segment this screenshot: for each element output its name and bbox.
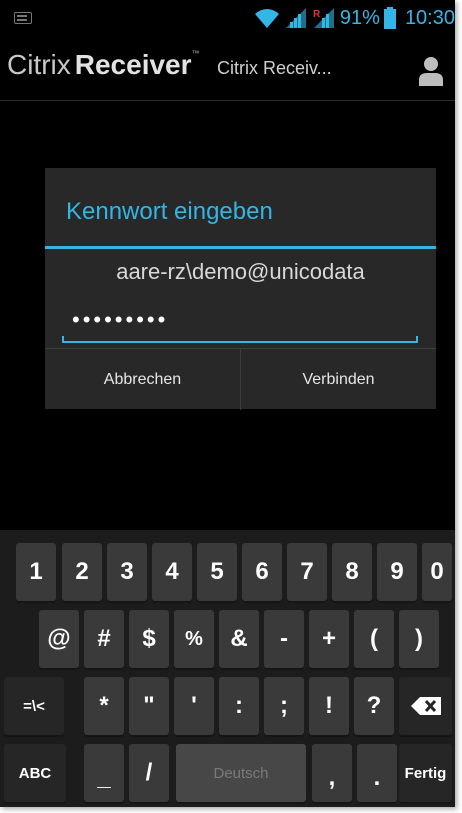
key-1[interactable]: 1 <box>16 543 56 601</box>
status-icons: R 91% 10:30 <box>254 6 455 30</box>
key-4[interactable]: 4 <box>152 543 192 601</box>
keyboard-notification-icon <box>14 12 32 24</box>
action-bar: Citrix Receiver™ Citrix Receiv... <box>0 36 455 101</box>
key-at[interactable]: @ <box>39 610 79 668</box>
key-slash[interactable]: / <box>129 744 169 802</box>
key-hash[interactable]: # <box>84 610 124 668</box>
key-abc[interactable]: ABC <box>4 744 66 802</box>
key-5[interactable]: 5 <box>197 543 237 601</box>
brand-citrix: Citrix <box>7 49 71 80</box>
key-done[interactable]: Fertig <box>399 744 452 802</box>
phone-screen: R 91% 10:30 Citrix Receiver™ Citrix Recei… <box>0 0 455 807</box>
key-underscore[interactable]: _ <box>84 744 124 802</box>
key-2[interactable]: 2 <box>62 543 102 601</box>
key-colon[interactable]: : <box>219 677 259 735</box>
key-minus[interactable]: - <box>264 610 304 668</box>
key-7[interactable]: 7 <box>287 543 327 601</box>
key-double-quote[interactable]: " <box>129 677 169 735</box>
key-paren-open[interactable]: ( <box>354 610 394 668</box>
svg-text:R: R <box>313 9 321 20</box>
key-6[interactable]: 6 <box>242 543 282 601</box>
key-more-symbols[interactable]: =\< <box>4 677 64 735</box>
key-dollar[interactable]: $ <box>129 610 169 668</box>
key-3[interactable]: 3 <box>107 543 147 601</box>
soft-keyboard: 1 2 3 4 5 6 7 8 9 0 @ # $ % & - + ( ) =\… <box>0 530 455 807</box>
key-8[interactable]: 8 <box>332 543 372 601</box>
clock: 10:30 <box>404 6 455 29</box>
connect-button[interactable]: Verbinden <box>241 349 436 410</box>
key-question[interactable]: ? <box>354 677 394 735</box>
key-exclamation[interactable]: ! <box>309 677 349 735</box>
cancel-button[interactable]: Abbrechen <box>45 349 240 410</box>
password-field-underline <box>62 341 418 343</box>
dialog-title-divider <box>45 246 436 249</box>
dialog-button-bar: Abbrechen Verbinden <box>45 348 436 410</box>
wifi-icon <box>254 9 279 28</box>
action-bar-title: Citrix Receiv... <box>217 58 332 78</box>
backspace-icon <box>410 697 441 715</box>
battery-icon <box>383 7 396 29</box>
signal-roaming-icon: R <box>313 8 334 28</box>
key-period[interactable]: . <box>357 744 397 802</box>
password-field-edge-right <box>416 336 418 343</box>
key-semicolon[interactable]: ; <box>264 677 304 735</box>
app-logo[interactable]: Citrix Receiver™ <box>7 49 200 81</box>
battery-percentage: 91% <box>339 6 380 29</box>
key-paren-close[interactable]: ) <box>399 610 439 668</box>
key-percent[interactable]: % <box>174 610 214 668</box>
brand-trademark: ™ <box>191 49 200 58</box>
backspace-key[interactable] <box>399 677 452 735</box>
key-comma[interactable]: , <box>312 744 352 802</box>
key-9[interactable]: 9 <box>377 543 417 601</box>
key-single-quote[interactable]: ' <box>174 677 214 735</box>
password-field-edge-left <box>62 336 64 343</box>
key-space[interactable]: Deutsch <box>176 744 306 802</box>
dialog-title: Kennwort eingeben <box>66 198 273 225</box>
key-ampersand[interactable]: & <box>219 610 259 668</box>
username-label: aare-rz\demo@unicodata <box>116 259 365 284</box>
password-value: ••••••••• <box>72 307 169 332</box>
status-bar: R 91% 10:30 <box>0 0 455 36</box>
password-dialog: Kennwort eingeben aare-rz\demo@unicodata… <box>45 168 436 410</box>
key-plus[interactable]: + <box>309 610 349 668</box>
key-0[interactable]: 0 <box>422 543 452 601</box>
key-asterisk[interactable]: * <box>84 677 124 735</box>
brand-receiver: Receiver <box>74 49 192 80</box>
signal-icon <box>285 8 306 28</box>
user-icon[interactable] <box>418 56 444 86</box>
password-field[interactable]: ••••••••• <box>62 307 418 343</box>
